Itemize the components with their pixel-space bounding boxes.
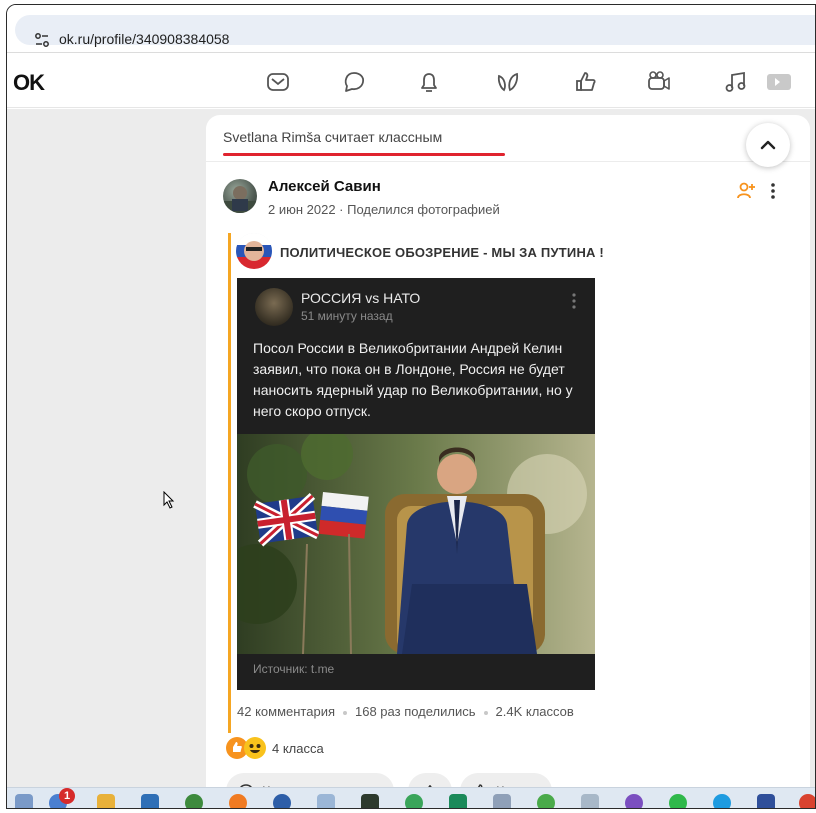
feed-card-header[interactable]: Svetlana Rimša считает классным xyxy=(223,129,442,145)
app-icon[interactable] xyxy=(405,794,423,808)
chevron-up-icon xyxy=(760,140,776,150)
bell-icon[interactable] xyxy=(415,68,443,96)
mouse-cursor-icon xyxy=(163,491,175,509)
photo-image xyxy=(237,434,595,654)
group-avatar[interactable] xyxy=(236,233,272,269)
header-underline xyxy=(223,153,505,156)
address-bar[interactable]: ok.ru/profile/340908384058 xyxy=(15,15,815,47)
browser-window: ok.ru/profile/340908384058 OK Svetlana R… xyxy=(6,4,816,809)
app-icon[interactable] xyxy=(317,794,335,808)
site-settings-icon[interactable] xyxy=(33,31,51,49)
feed-area: Svetlana Rimša считает классным Алексей … xyxy=(7,109,815,808)
author-name[interactable]: Алексей Савин xyxy=(268,178,381,195)
group-avatar-image xyxy=(236,233,272,269)
stats-dot xyxy=(343,710,347,715)
post-time: 51 минуту назад xyxy=(301,309,393,323)
klass-count[interactable]: 2.4K классов xyxy=(496,704,574,719)
game-icon[interactable] xyxy=(763,68,791,96)
guests-icon[interactable] xyxy=(494,68,522,96)
skype-icon[interactable] xyxy=(713,794,731,808)
post-photo xyxy=(237,434,595,654)
post-meta: 2 июн 2022 · Поделился фотографией xyxy=(268,202,500,217)
shares-count[interactable]: 168 раз поделились xyxy=(355,704,476,719)
firefox-icon[interactable] xyxy=(229,794,247,808)
post-source: Источник: t.me xyxy=(253,662,335,676)
more-options-icon[interactable] xyxy=(768,181,778,201)
stats-dot xyxy=(483,710,488,715)
group-title[interactable]: ПОЛИТИЧЕСКОЕ ОБОЗРЕНИЕ - МЫ ЗА ПУТИНА ! xyxy=(280,245,604,260)
save-icon[interactable] xyxy=(757,794,775,808)
app-icon[interactable] xyxy=(185,794,203,808)
embedded-more-icon xyxy=(572,293,576,309)
music-icon[interactable] xyxy=(722,68,750,96)
repost-bar xyxy=(228,233,231,733)
smile-reaction-icon xyxy=(244,737,266,759)
post-stats: 42 комментария 168 раз поделились 2.4K кла… xyxy=(237,704,574,719)
app-icon[interactable] xyxy=(493,794,511,808)
site-header: OK xyxy=(7,54,815,108)
author-avatar[interactable] xyxy=(223,179,257,213)
taskbar: 1 xyxy=(7,787,815,808)
whatsapp-icon[interactable] xyxy=(669,794,687,808)
app-icon[interactable] xyxy=(15,794,33,808)
like-icon[interactable] xyxy=(572,68,600,96)
reactions[interactable]: 4 класса xyxy=(226,735,324,761)
divider xyxy=(206,161,810,162)
url-text[interactable]: ok.ru/profile/340908384058 xyxy=(59,31,229,47)
app-icon[interactable] xyxy=(537,794,555,808)
channel-avatar xyxy=(255,288,293,326)
app-icon[interactable] xyxy=(141,794,159,808)
app-icon[interactable] xyxy=(273,794,291,808)
viber-icon[interactable] xyxy=(625,794,643,808)
comments-count[interactable]: 42 комментария xyxy=(237,704,335,719)
app-icon[interactable] xyxy=(449,794,467,808)
notification-badge: 1 xyxy=(59,788,75,804)
chrome-icon[interactable] xyxy=(799,794,815,808)
folder-icon[interactable] xyxy=(97,794,115,808)
app-icon[interactable] xyxy=(581,794,599,808)
mail-icon[interactable] xyxy=(264,68,292,96)
post-text: Посол России в Великобритании Андрей Кел… xyxy=(253,340,573,419)
likes-count: 4 класса xyxy=(272,740,324,756)
avatar-image xyxy=(223,186,257,213)
browser-toolbar: ok.ru/profile/340908384058 xyxy=(7,5,815,53)
video-icon[interactable] xyxy=(645,68,673,96)
collapse-button[interactable] xyxy=(746,123,790,167)
pycharm-icon[interactable] xyxy=(361,794,379,808)
chat-icon[interactable] xyxy=(340,68,368,96)
channel-name: РОССИЯ vs НАТО xyxy=(301,290,421,306)
feed-card: Svetlana Rimša считает классным Алексей … xyxy=(206,115,810,808)
ok-logo[interactable]: OK xyxy=(13,70,45,96)
embedded-post[interactable]: РОССИЯ vs НАТО 51 минуту назад Посол Рос… xyxy=(237,278,595,690)
add-friend-icon[interactable] xyxy=(736,181,756,201)
